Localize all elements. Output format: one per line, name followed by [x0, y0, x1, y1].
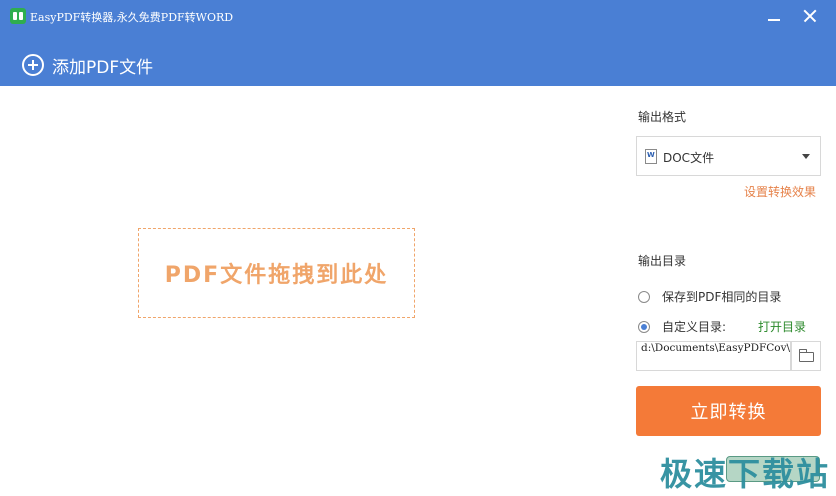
radio-custom-dir-label: 自定义目录: — [662, 320, 727, 334]
browse-folder-button[interactable] — [791, 341, 821, 371]
minimize-button[interactable] — [760, 4, 788, 28]
folder-icon — [799, 349, 814, 362]
open-directory-link[interactable]: 打开目录 — [758, 318, 806, 335]
add-pdf-button[interactable]: 添加PDF文件 — [22, 52, 153, 78]
radio-same-dir-label: 保存到PDF相同的目录 — [662, 290, 782, 304]
close-button[interactable] — [796, 4, 824, 28]
drop-zone-text: PDF文件拖拽到此处 — [164, 263, 389, 288]
radio-button-checked[interactable] — [638, 320, 650, 333]
radio-button[interactable] — [638, 290, 650, 303]
radio-custom-dir[interactable]: 自定义目录: — [638, 318, 726, 335]
output-path-field[interactable]: d:\Documents\EasyPDFCov\ — [636, 341, 791, 371]
plus-circle-icon — [22, 54, 44, 76]
word-doc-icon — [645, 149, 657, 164]
app-logo-icon — [10, 8, 26, 24]
chevron-down-icon — [802, 154, 810, 159]
output-format-value: DOC文件 — [663, 151, 715, 165]
add-pdf-label: 添加PDF文件 — [52, 57, 154, 78]
convert-now-label: 立即转换 — [690, 402, 767, 423]
output-format-select[interactable]: DOC文件 — [636, 136, 821, 176]
convert-now-button[interactable]: 立即转换 — [636, 386, 821, 436]
output-format-label: 输出格式 — [638, 110, 687, 124]
output-dir-label: 输出目录 — [638, 254, 687, 268]
window-title: EasyPDF转换器,永久免费PDF转WORD — [30, 11, 234, 24]
pdf-drop-zone[interactable]: PDF文件拖拽到此处 — [138, 228, 415, 318]
title-bar: EasyPDF转换器,永久免费PDF转WORD 添加PDF文件 — [0, 0, 836, 86]
radio-same-dir[interactable]: 保存到PDF相同的目录 — [638, 288, 781, 305]
watermark-text: 极速下载站 — [660, 455, 831, 493]
conversion-settings-link[interactable]: 设置转换效果 — [744, 183, 816, 200]
